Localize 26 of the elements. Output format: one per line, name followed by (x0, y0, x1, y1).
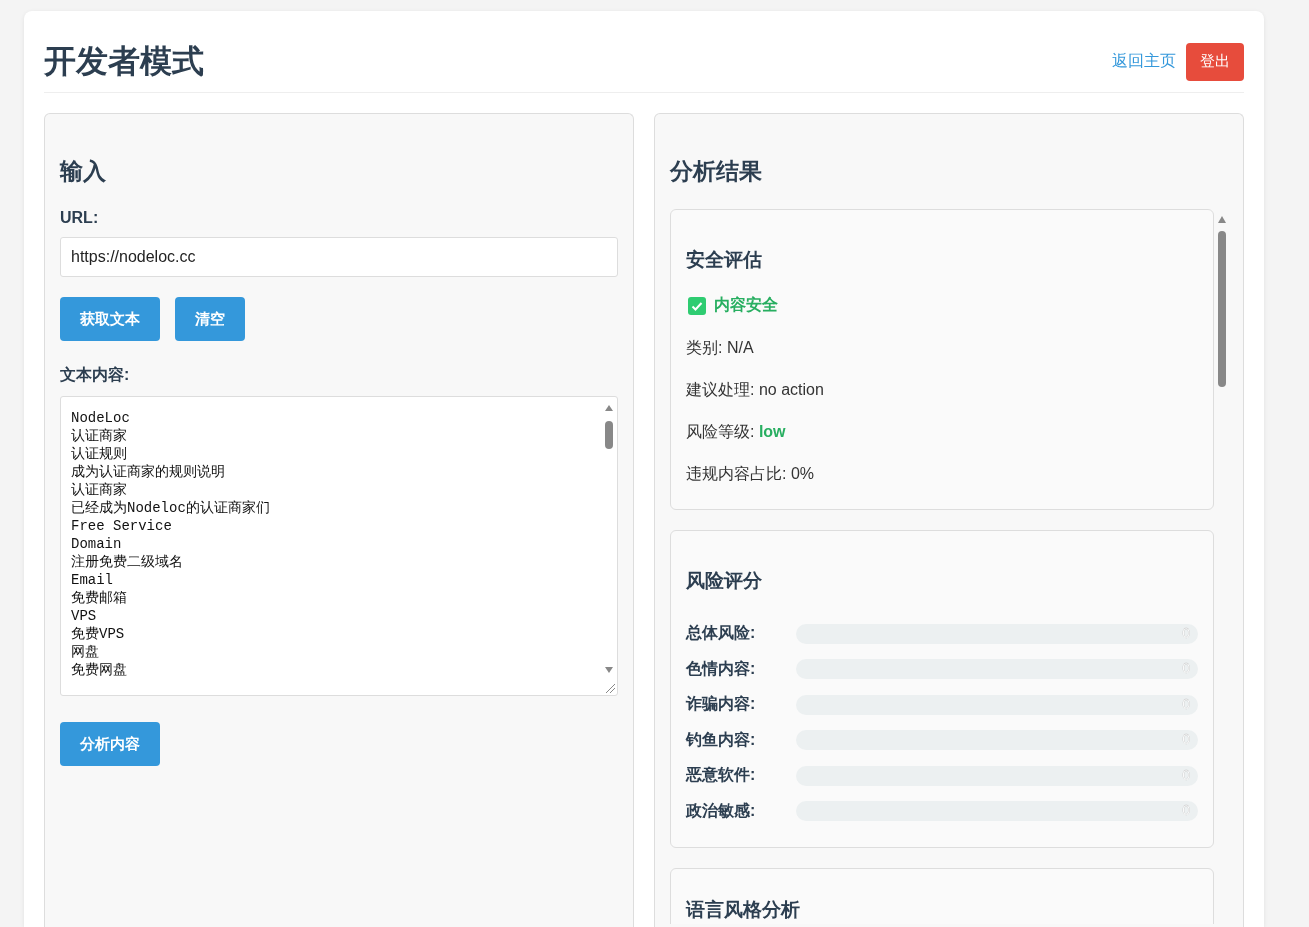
panel-title: 输入 (60, 157, 107, 186)
risk-label: 诈骗内容: (686, 694, 757, 715)
card-title: 语言风格分析 (686, 898, 801, 922)
analyze-button[interactable]: 分析内容 (60, 722, 160, 766)
text-content-label: 文本内容: (60, 365, 131, 385)
safety-status: 内容安全 (714, 295, 778, 315)
url-input-field[interactable]: https://nodeloc.cc (60, 237, 618, 277)
panel-title: 分析结果 (670, 157, 763, 186)
risk-label: 钓鱼内容: (686, 729, 757, 750)
risk-label: 政治敏感: (686, 800, 757, 821)
text-content-field[interactable]: NodeLoc 认证商家 认证规则 成为认证商家的规则说明 认证商家 已经成为Nodeloc的认证商家们 Free Service Domain 注册免费二级域名 Email 免费邮箱 VPS 免费VPS 网盘 免费网盘 (60, 396, 618, 696)
card-title: 安全评估 (686, 248, 763, 272)
url-label: URL: (60, 209, 100, 227)
risk-label: 恶意软件: (686, 765, 757, 786)
action-button[interactable]: 获取文本 (60, 297, 160, 341)
logout-button[interactable]: 登出 (1186, 42, 1244, 81)
risk-level-text: 风险等级: low (686, 422, 787, 442)
risk-label: 总体风险: (686, 623, 757, 644)
home-link[interactable]: 返回主页 (1112, 51, 1176, 72)
action-button[interactable]: 清空 (175, 297, 245, 341)
risk-label: 色情内容: (686, 658, 757, 679)
action-text: 建议处理: no action (686, 380, 825, 400)
page-title: 开发者模式 (44, 41, 204, 81)
violation-ratio-text: 违规内容占比: 0% (686, 464, 815, 484)
category-text: 类别: N/A (686, 338, 755, 358)
card-title: 风险评分 (686, 569, 763, 593)
